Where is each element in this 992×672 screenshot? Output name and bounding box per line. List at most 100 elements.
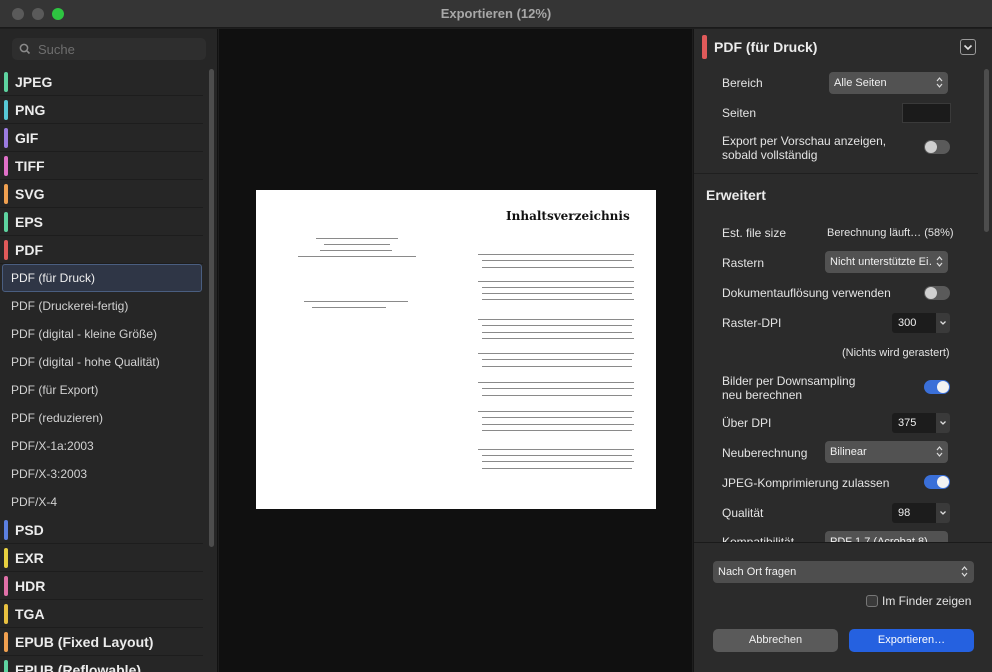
preset-label: PDF (Druckerei-fertig)	[11, 299, 129, 313]
rasterdpi-combobox[interactable]: 300	[892, 313, 950, 333]
preset-item[interactable]: PDF (digital - hohe Qualität)	[0, 348, 203, 376]
category-label: TIFF	[15, 158, 45, 174]
preset-item[interactable]: PDF (digital - kleine Größe)	[0, 320, 203, 348]
format-category-psd[interactable]: PSD	[0, 516, 203, 544]
preset-label: PDF (für Druck)	[11, 271, 95, 285]
vorschau-toggle[interactable]	[924, 140, 950, 154]
bereich-label: Bereich	[722, 76, 763, 90]
format-category-epub-fixed-layout[interactable]: EPUB (Fixed Layout)	[0, 628, 203, 656]
category-label: PSD	[15, 522, 44, 538]
category-color-marker	[4, 100, 8, 120]
chevron-down-icon	[940, 421, 946, 425]
uberdpi-label: Über DPI	[722, 416, 772, 430]
category-color-marker	[4, 548, 8, 568]
export-footer: Nach Ort fragen Im Finder zeigen Abbrech…	[694, 542, 992, 672]
vorschau-label-line1: Export per Vorschau anzeigen,	[722, 134, 887, 148]
preset-item[interactable]: PDF (für Druck)	[2, 264, 202, 292]
chevron-down-icon	[940, 321, 946, 325]
collapse-panel-button[interactable]	[960, 39, 976, 55]
format-category-png[interactable]: PNG	[0, 96, 203, 124]
search-input[interactable]: Suche	[12, 38, 206, 60]
rastern-value: Nicht unterstützte Ei…	[830, 256, 933, 268]
preset-item[interactable]: PDF/X-3:2003	[0, 460, 203, 488]
downsample-label-line1: Bilder per Downsampling	[722, 374, 856, 388]
sidebar-scrollbar[interactable]	[209, 69, 214, 547]
qualitat-label: Qualität	[722, 506, 764, 520]
bereich-select[interactable]: Alle Seiten	[829, 72, 948, 94]
uberdpi-dropdown-button[interactable]	[936, 413, 950, 433]
export-button[interactable]: Exportieren…	[849, 629, 974, 652]
qualitat-combobox[interactable]: 98	[892, 503, 950, 523]
destination-select[interactable]: Nach Ort fragen	[713, 561, 974, 583]
category-color-marker	[4, 212, 8, 232]
qualitat-dropdown-button[interactable]	[936, 503, 950, 523]
search-icon	[19, 43, 31, 55]
format-category-eps[interactable]: EPS	[0, 208, 203, 236]
destination-value: Nach Ort fragen	[718, 566, 797, 578]
category-label: EPUB (Fixed Layout)	[15, 634, 154, 650]
format-category-svg[interactable]: SVG	[0, 180, 203, 208]
preset-title: PDF (für Druck)	[714, 39, 818, 55]
category-color-marker	[4, 72, 8, 92]
format-category-tiff[interactable]: TIFF	[0, 152, 203, 180]
category-color-marker	[4, 128, 8, 148]
rasterdpi-value: 300	[898, 317, 917, 329]
jpeg-komprimierung-label: JPEG-Komprimierung zulassen	[722, 476, 890, 490]
toc-title: Inhaltsverzeichnis	[506, 209, 630, 223]
preset-list: JPEG PNG GIF TIFF SVG EPS PDF PDF (für Druck) PD…	[0, 68, 203, 672]
vorschau-label: Export per Vorschau anzeigen, sobald vol…	[722, 134, 886, 162]
neuberechnung-select[interactable]: Bilinear	[825, 441, 948, 463]
format-category-gif[interactable]: GIF	[0, 124, 203, 152]
section-divider	[694, 173, 978, 174]
preset-label: PDF/X-4	[11, 495, 58, 509]
category-label: EPS	[15, 214, 44, 230]
category-color-marker	[4, 576, 8, 596]
filesize-label: Est. file size	[722, 226, 787, 240]
preset-item[interactable]: PDF (reduzieren)	[0, 404, 203, 432]
preset-label: PDF (digital - kleine Größe)	[11, 327, 158, 341]
uberdpi-combobox[interactable]: 375	[892, 413, 950, 433]
category-color-marker	[4, 520, 8, 540]
format-category-pdf[interactable]: PDF	[0, 236, 203, 264]
seiten-label: Seiten	[722, 106, 757, 120]
preset-item[interactable]: PDF/X-1a:2003	[0, 432, 203, 460]
preset-item[interactable]: PDF/X-4	[0, 488, 203, 516]
category-color-marker	[4, 156, 8, 176]
preview-page: Inhaltsverzeichnis	[256, 190, 656, 509]
rastern-select[interactable]: Nicht unterstützte Ei…	[825, 251, 948, 273]
format-category-epub-reflowable[interactable]: EPUB (Reflowable)	[0, 656, 203, 672]
rasterdpi-dropdown-button[interactable]	[936, 313, 950, 333]
chevron-down-icon	[963, 44, 973, 51]
preset-header: PDF (für Druck)	[694, 29, 992, 65]
dokres-toggle[interactable]	[924, 286, 950, 300]
show-in-finder-checkbox[interactable]	[866, 595, 878, 607]
category-color-marker	[4, 240, 8, 260]
settings-panel: PDF (für Druck) Bereich Alle Seiten Seit…	[693, 29, 992, 672]
seiten-field[interactable]	[902, 103, 951, 123]
downsample-toggle[interactable]	[924, 380, 950, 394]
format-category-tga[interactable]: TGA	[0, 600, 203, 628]
rasterdpi-label: Raster-DPI	[722, 316, 782, 330]
downsample-label-line2: neu berechnen	[722, 388, 803, 402]
category-label: GIF	[15, 130, 39, 146]
preset-sidebar: Suche JPEG PNG GIF TIFF SVG EPS PDF PDF (für Dr…	[0, 29, 218, 672]
export-preview: Inhaltsverzeichnis	[219, 29, 692, 672]
bereich-value: Alle Seiten	[834, 77, 887, 89]
preset-item[interactable]: PDF (Druckerei-fertig)	[0, 292, 203, 320]
rastern-label: Rastern	[722, 256, 765, 270]
format-category-exr[interactable]: EXR	[0, 544, 203, 572]
preset-item[interactable]: PDF (für Export)	[0, 376, 203, 404]
qualitat-value: 98	[898, 507, 911, 519]
title-bar: Exportieren (12%)	[0, 0, 992, 28]
nichts-gerastert-note: (Nichts wird gerastert)	[842, 347, 950, 359]
cancel-button[interactable]: Abbrechen	[713, 629, 838, 652]
updown-arrows-icon	[936, 77, 943, 88]
panel-scrollbar[interactable]	[984, 69, 989, 232]
dokres-label: Dokumentauflösung verwenden	[722, 286, 891, 300]
category-label: EPUB (Reflowable)	[15, 662, 142, 672]
jpeg-komprimierung-toggle[interactable]	[924, 475, 950, 489]
format-category-jpeg[interactable]: JPEG	[0, 68, 203, 96]
format-category-hdr[interactable]: HDR	[0, 572, 203, 600]
category-label: JPEG	[15, 74, 53, 90]
preset-label: PDF (digital - hohe Qualität)	[11, 355, 160, 369]
